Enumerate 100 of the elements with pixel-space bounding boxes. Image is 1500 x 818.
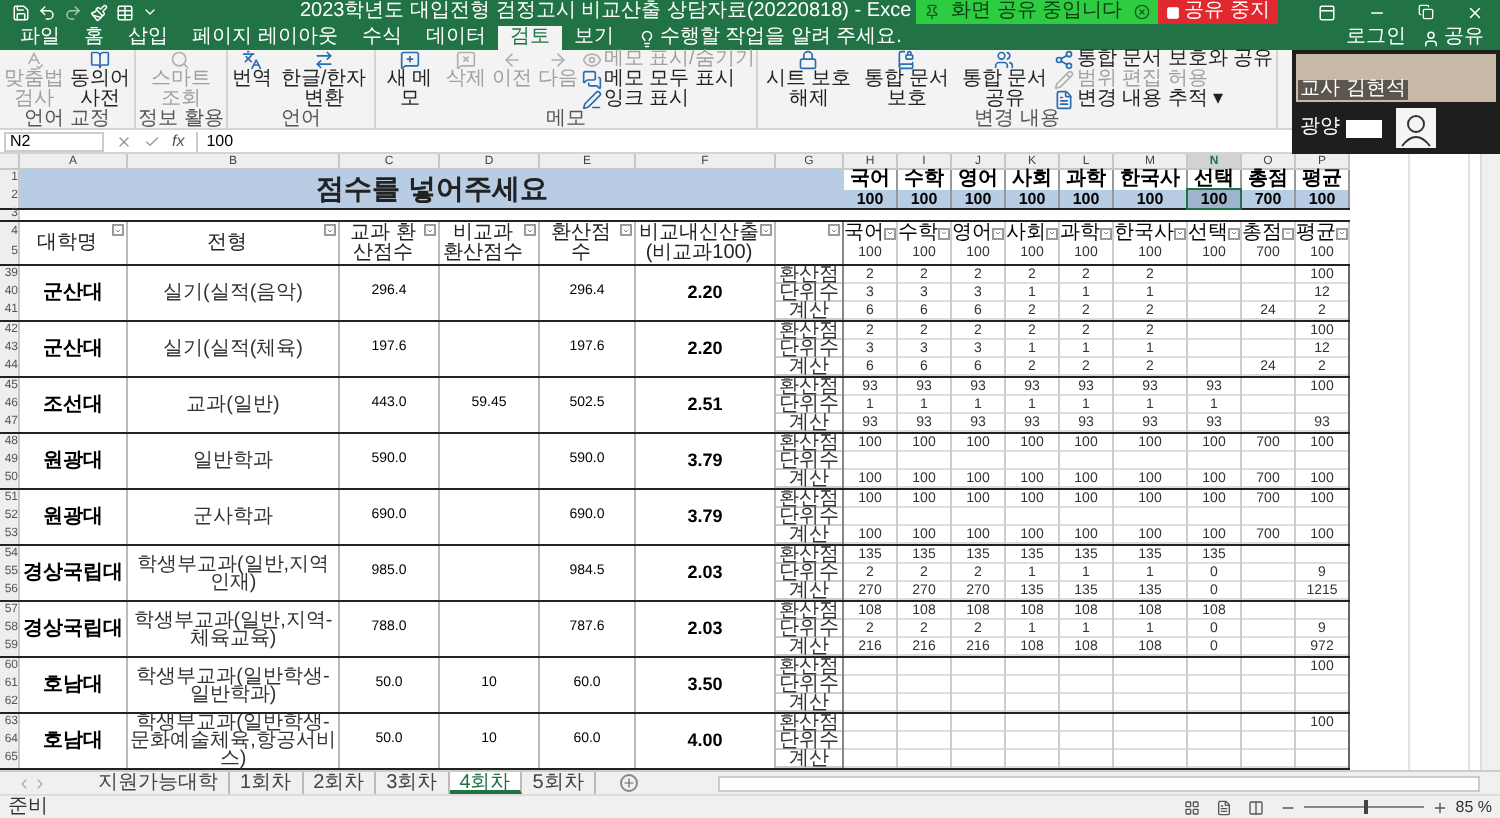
filter-button[interactable]	[1174, 227, 1186, 239]
ribbon-button[interactable]: 변경 내용 추적 ▾	[1054, 90, 1274, 110]
vertical-scrollbar[interactable]	[1480, 154, 1500, 770]
filter-button[interactable]	[992, 227, 1004, 239]
horizontal-scrollbar[interactable]	[717, 775, 1480, 791]
name-box[interactable]: N2	[4, 131, 104, 151]
row-label: 단위수	[779, 731, 839, 749]
grade-cell-text: 2.03	[687, 559, 723, 586]
row-label: 환산점	[779, 601, 839, 619]
ribbon-button[interactable]: 한글/한자 변환	[275, 50, 372, 110]
column-heading: 수학	[898, 223, 938, 243]
normal-view-icon[interactable]	[1183, 799, 1200, 815]
row-label: 단위수	[779, 395, 839, 413]
menu-tab[interactable]: 파일	[8, 26, 72, 50]
menu-tab[interactable]: 수식	[349, 26, 414, 50]
table-cell[interactable]: 100	[844, 190, 896, 208]
ribbon-button[interactable]: 통합 문서 공유	[956, 50, 1053, 110]
zoom-in-icon[interactable]	[1431, 799, 1448, 815]
check-icon[interactable]	[144, 133, 160, 149]
ribbon-button[interactable]: 메모 모두 표시	[581, 70, 755, 90]
ribbon-button[interactable]: 번역	[229, 50, 274, 90]
slider-thumb[interactable]	[1363, 800, 1368, 814]
filter-button[interactable]	[424, 224, 436, 236]
function-button[interactable]: fx	[172, 129, 185, 153]
grade-cell-text: 3.79	[687, 503, 723, 530]
column-heading: 총점	[1242, 223, 1282, 243]
admission-cell: 군사학과	[191, 508, 275, 526]
table-cell[interactable]: 100	[1296, 190, 1348, 208]
university-cell: 군산대	[43, 283, 103, 303]
filter-button[interactable]	[1282, 227, 1294, 239]
ribbon-button[interactable]: 시트 보호 해제	[760, 50, 857, 110]
languages-icon	[241, 50, 262, 70]
university-cell: 경상국립대	[23, 563, 123, 583]
filter-button[interactable]	[1100, 227, 1112, 239]
share-button[interactable]: 공유	[1422, 26, 1484, 50]
filter-button[interactable]	[760, 224, 772, 236]
filter-button[interactable]	[620, 224, 632, 236]
book-lock-icon	[896, 50, 917, 70]
table-cell[interactable]: 100	[1114, 190, 1186, 208]
undo-icon[interactable]	[38, 3, 56, 21]
save-icon[interactable]	[12, 3, 30, 21]
admission-cell: 일반학과	[191, 452, 275, 470]
sign-in-link[interactable]: 로그인	[1346, 26, 1406, 50]
row-label: 환산점	[779, 265, 839, 283]
menu-tab[interactable]: 보기	[561, 26, 626, 50]
filter-button[interactable]	[1228, 227, 1240, 239]
table-cell[interactable]: 700	[1242, 190, 1294, 208]
filter-button[interactable]	[324, 224, 336, 236]
stop-icon	[1166, 5, 1181, 19]
filter-button[interactable]	[884, 227, 896, 239]
table-icon[interactable]	[116, 3, 134, 21]
stop-share-button[interactable]: 공유 중지	[1158, 0, 1278, 24]
menu-tab[interactable]: 검토	[497, 26, 562, 50]
row-label: 단위수	[779, 675, 839, 693]
row-label: 환산점	[779, 713, 839, 731]
page-layout-icon[interactable]	[1215, 799, 1232, 815]
sheet-tab[interactable]: 4회차	[449, 772, 523, 794]
add-sheet-icon[interactable]	[619, 774, 638, 792]
redo-icon[interactable]	[64, 3, 82, 21]
group-label: 정보 활용	[138, 110, 224, 130]
filter-button[interactable]	[1336, 227, 1348, 239]
grade-cell-text: 3.79	[687, 447, 723, 474]
filter-button[interactable]	[524, 224, 536, 236]
scroll-right-icon[interactable]	[32, 775, 48, 791]
person-icon	[1422, 29, 1440, 47]
ribbon-button[interactable]: 잉크 표시	[581, 90, 755, 110]
filter-button[interactable]	[112, 224, 124, 236]
ribbon-button[interactable]: 새 메모	[377, 50, 442, 110]
table-cell[interactable]: 100	[898, 190, 950, 208]
menu-tab[interactable]: 데이터	[413, 26, 498, 50]
swap-arrows-icon	[313, 50, 334, 70]
table-cell[interactable]: 100	[1188, 190, 1240, 208]
caret-icon[interactable]	[142, 4, 158, 20]
filter-button[interactable]	[1046, 227, 1058, 239]
tell-me-field[interactable]: 수행할 작업을 알려 주세요.	[659, 26, 902, 50]
row-label: 계산	[789, 525, 829, 543]
scroll-left-icon[interactable]	[16, 775, 32, 791]
cancel-icon[interactable]	[116, 133, 132, 149]
filter-button[interactable]	[828, 224, 840, 236]
menu-tab[interactable]: 삽입	[116, 26, 180, 50]
ribbon-display-icon[interactable]	[1318, 3, 1336, 21]
document-icon	[1054, 90, 1075, 110]
brush-icon[interactable]	[90, 3, 108, 21]
menu-tab[interactable]: 홈	[72, 26, 116, 50]
table-cell[interactable]: 100	[952, 190, 1004, 208]
pin-icon[interactable]	[923, 4, 940, 20]
share-icon	[1054, 50, 1075, 70]
table-cell[interactable]: 100	[1006, 190, 1058, 208]
table-cell[interactable]: 100	[1060, 190, 1112, 208]
menu-tab[interactable]: 페이지 레이아웃	[180, 26, 350, 50]
filter-button[interactable]	[938, 227, 950, 239]
ribbon-button[interactable]: 통합 문서 보호와 공유	[1054, 50, 1274, 70]
formula-input[interactable]: 100	[196, 131, 1197, 151]
subject-label: 과학	[1060, 170, 1112, 190]
ribbon-button[interactable]: 통합 문서 보호	[858, 50, 955, 110]
row-label: 계산	[789, 413, 829, 431]
page-break-icon[interactable]	[1247, 799, 1264, 815]
ribbon-button[interactable]: 동의어 사전	[68, 50, 132, 110]
close-icon[interactable]	[1134, 4, 1151, 20]
restore-icon[interactable]	[1418, 4, 1434, 20]
